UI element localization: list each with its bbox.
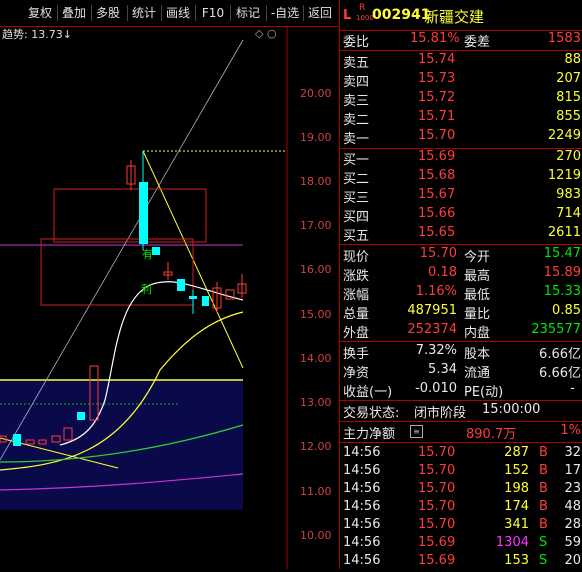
range-box bbox=[53, 188, 207, 243]
candle bbox=[77, 412, 85, 420]
status-label: 交易状态: bbox=[343, 406, 400, 421]
price-tick: 12.00 bbox=[300, 440, 332, 453]
bid-row[interactable]: 买五 15.65 2611 bbox=[340, 225, 582, 244]
quote-row: 涨幅 1.16% 最低 15.33 bbox=[343, 284, 581, 303]
quote-row: 现价 15.70 今开 15.47 bbox=[343, 246, 581, 265]
divider bbox=[340, 244, 582, 245]
market-badge: L bbox=[343, 8, 352, 23]
bid-row[interactable]: 买四 15.66 714 bbox=[340, 206, 582, 225]
fundamental-row: 换手 7.32% 股本 6.66亿 bbox=[343, 343, 581, 362]
bid-row[interactable]: 买一 15.69 270 bbox=[340, 149, 582, 168]
capital-flow-row[interactable]: 主力净额 ≡ 890.7万 1% bbox=[340, 423, 582, 442]
candle bbox=[177, 279, 185, 291]
divider bbox=[340, 50, 582, 51]
r-badge: R bbox=[359, 3, 366, 13]
ratio-diff-label: 委差 bbox=[464, 35, 491, 50]
fundamental-row: 净资 5.34 流通 6.66亿 bbox=[343, 362, 581, 381]
fundamental-row: 收益(一) -0.010 PE(动) - bbox=[343, 381, 575, 400]
list-icon[interactable]: ≡ bbox=[410, 425, 423, 438]
tick-row[interactable]: 14:56 15.70 198 B 23 bbox=[340, 481, 582, 500]
volume-band-box bbox=[0, 380, 243, 510]
signal-label-li: 利 bbox=[141, 283, 152, 296]
tick-row[interactable]: 14:56 15.70 341 B 28 bbox=[340, 517, 582, 536]
tick-row[interactable]: 14:56 15.69 1304 S 59 bbox=[340, 535, 582, 554]
capital-pct: 1% bbox=[560, 423, 581, 438]
price-tick: 16.00 bbox=[300, 263, 332, 276]
candle bbox=[139, 182, 148, 244]
ask-row[interactable]: 卖四 15.73 207 bbox=[340, 71, 582, 90]
candle bbox=[13, 434, 21, 446]
ask-row[interactable]: 卖三 15.72 815 bbox=[340, 90, 582, 109]
stock-code: 002941 bbox=[372, 7, 431, 23]
status-phase: 闭市阶段 bbox=[414, 406, 467, 421]
ask-row[interactable]: 卖二 15.71 855 bbox=[340, 109, 582, 128]
order-ratio-row: 委比 15.81% 委差 1583 bbox=[340, 31, 582, 50]
divider bbox=[340, 341, 582, 342]
price-tick: 19.00 bbox=[300, 131, 332, 144]
ask-row[interactable]: 卖五 15.74 88 bbox=[340, 52, 582, 71]
price-tick: 15.00 bbox=[300, 308, 332, 321]
bid-row[interactable]: 买二 15.68 1219 bbox=[340, 168, 582, 187]
stock-name: 新疆交建 bbox=[424, 8, 485, 26]
capital-label: 主力净额 bbox=[343, 427, 396, 442]
candle bbox=[189, 296, 197, 299]
price-tick: 13.00 bbox=[300, 396, 332, 409]
ratio-diff-value: 1583 bbox=[547, 31, 581, 46]
ask-row[interactable]: 卖一 15.70 2249 bbox=[340, 128, 582, 147]
price-tick: 11.00 bbox=[300, 485, 332, 498]
quote-row: 总量 487951 量比 0.85 bbox=[343, 303, 581, 322]
price-tick: 14.00 bbox=[300, 352, 332, 365]
ratio-label: 委比 bbox=[343, 35, 370, 50]
capital-value: 890.7万 bbox=[466, 427, 517, 442]
tick-row[interactable]: 14:56 15.69 153 S 20 bbox=[340, 553, 582, 572]
quote-panel: L R 1000 002941 新疆交建 委比 15.81% 委差 1583 卖… bbox=[339, 0, 582, 569]
price-tick: 17.00 bbox=[300, 219, 332, 232]
divider bbox=[340, 400, 582, 401]
bid-row[interactable]: 买三 15.67 983 bbox=[340, 187, 582, 206]
tick-row[interactable]: 14:56 15.70 287 B 32 bbox=[340, 445, 582, 464]
candle bbox=[202, 296, 209, 306]
tick-row[interactable]: 14:56 15.70 152 B 17 bbox=[340, 463, 582, 482]
divider bbox=[340, 421, 582, 422]
trading-status-row: 交易状态: 闭市阶段 15:00:00 bbox=[340, 402, 582, 421]
candle bbox=[152, 247, 160, 255]
ratio-value: 15.81% bbox=[410, 31, 460, 46]
quote-row: 外盘 252374 内盘 235577 bbox=[343, 322, 581, 341]
price-tick: 10.00 bbox=[300, 529, 332, 542]
kline-chart[interactable]: 有 利 bbox=[0, 0, 338, 569]
signal-label-you: 有 bbox=[142, 247, 153, 261]
tick-row[interactable]: 14:56 15.70 174 B 48 bbox=[340, 499, 582, 518]
status-time: 15:00:00 bbox=[482, 402, 541, 417]
quote-row: 涨跌 0.18 最高 15.89 bbox=[343, 265, 581, 284]
stock-header: L R 1000 002941 新疆交建 bbox=[340, 0, 582, 30]
price-tick: 18.00 bbox=[300, 175, 332, 188]
price-tick: 20.00 bbox=[300, 87, 332, 100]
divider bbox=[340, 442, 582, 443]
